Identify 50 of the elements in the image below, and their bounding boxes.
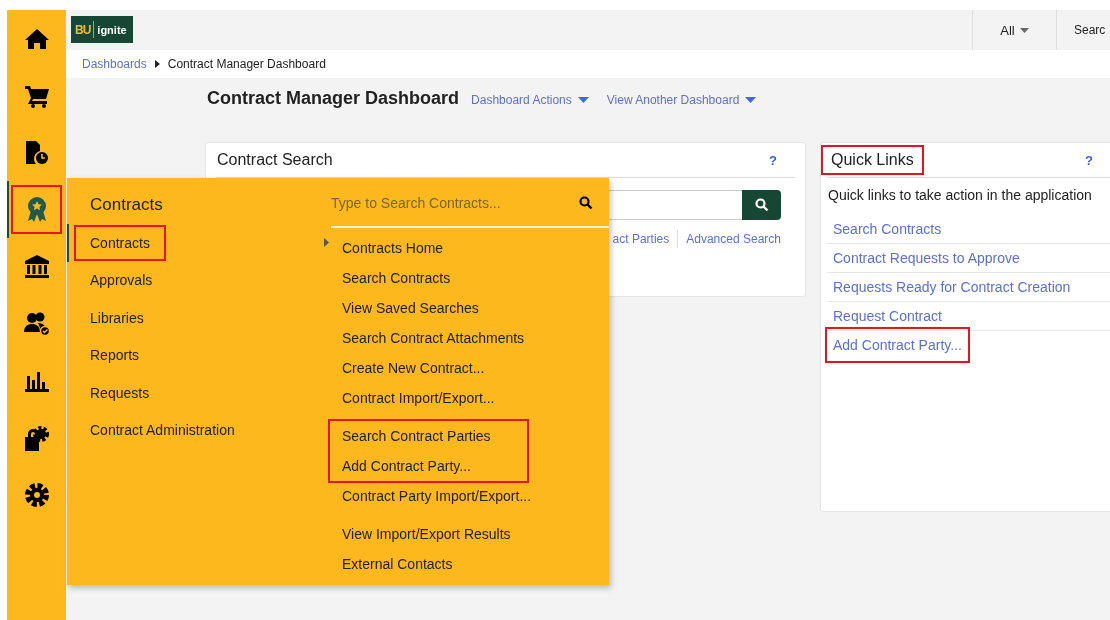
page-title: Contract Manager Dashboard (207, 88, 460, 109)
bank-icon (24, 254, 49, 279)
breadcrumb-current: Contract Manager Dashboard (167, 57, 326, 71)
menu-item[interactable]: View Import/Export Results (331, 519, 511, 549)
menu-search-field[interactable]: Type to Search Contracts... (331, 195, 579, 211)
people-check-icon (23, 311, 50, 336)
menu-category[interactable]: Reports (67, 336, 331, 374)
breadcrumb-arrow-icon (154, 60, 160, 68)
app-logo[interactable]: BU ignite (71, 16, 133, 43)
search-link[interactable]: Advanced Search (686, 232, 781, 246)
menu-category[interactable]: Contract Administration (67, 411, 331, 449)
gear-icon (24, 482, 49, 507)
help-link[interactable]: ? (769, 152, 777, 168)
submenu-caret-icon (324, 238, 329, 248)
cart-icon (24, 83, 49, 108)
award-icon (26, 196, 47, 223)
home-icon (24, 27, 49, 50)
menu-category[interactable]: Requests (67, 374, 331, 412)
menu-category[interactable]: Approvals (67, 261, 331, 299)
menu-item[interactable]: Contract Import/Export... (331, 383, 495, 413)
card-title: Contract Search (216, 151, 333, 169)
card-title: Quick Links (821, 145, 924, 175)
document-clock-icon (25, 140, 48, 165)
menu-category[interactable]: Libraries (67, 299, 331, 337)
menu-item[interactable]: Contracts Home (331, 233, 444, 263)
menu-item[interactable]: Contract Party Import/Export... (331, 481, 532, 511)
search-link[interactable]: act Parties (612, 232, 670, 246)
caret-icon (1019, 27, 1029, 33)
lock-gear-icon (24, 424, 49, 451)
search-icon (754, 198, 769, 212)
quick-link[interactable]: Add Contract Party... (825, 327, 970, 363)
caret-icon (577, 97, 589, 103)
menu-item[interactable]: View Saved Searches (331, 293, 479, 323)
menu-item[interactable]: Search Contract Attachments (331, 323, 525, 353)
dashboard-dropdown[interactable]: Dashboard Actions (471, 93, 595, 107)
menu-item[interactable]: Add Contract Party... (331, 451, 471, 481)
card-description: Quick links to take action in the application (828, 187, 1093, 203)
breadcrumb-link[interactable]: Dashboards (82, 57, 147, 71)
help-link[interactable]: ? (1085, 152, 1093, 168)
menu-category[interactable]: Contracts (67, 224, 331, 262)
menu-item[interactable]: Create New Contract... (331, 353, 485, 383)
search-icon (579, 196, 593, 210)
bar-chart-icon (24, 369, 49, 392)
search-button[interactable] (742, 190, 781, 220)
menu-item[interactable]: Search Contracts (331, 263, 451, 293)
menu-item[interactable]: External Contacts (331, 549, 453, 579)
dashboard-dropdown[interactable]: View Another Dashboard (606, 93, 763, 107)
menu-title: Contracts (90, 194, 164, 216)
menu-item[interactable]: Search Contract Parties (331, 421, 491, 451)
caret-icon (745, 97, 757, 103)
